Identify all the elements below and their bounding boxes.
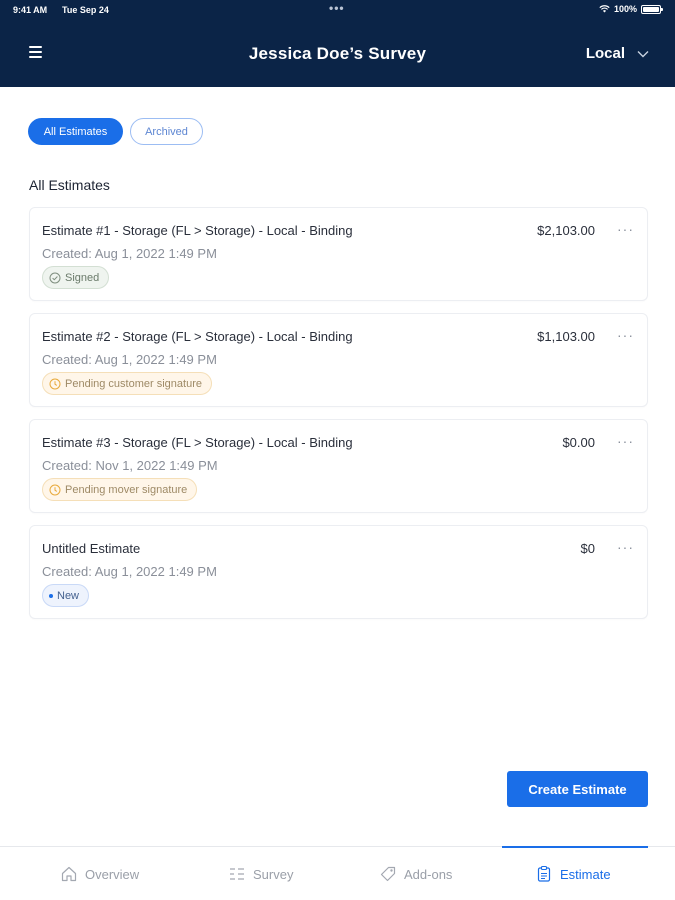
estimate-created: Created: Aug 1, 2022 1:49 PM <box>42 246 217 261</box>
tab-label: Add-ons <box>404 866 453 882</box>
tag-icon <box>380 866 396 882</box>
status-right: 100% <box>599 4 663 14</box>
estimate-title: Estimate #1 - Storage (FL > Storage) - L… <box>42 223 353 238</box>
home-icon <box>61 866 77 882</box>
tab-label: Overview <box>85 866 140 882</box>
estimate-title: Estimate #2 - Storage (FL > Storage) - L… <box>42 329 353 344</box>
more-options-icon[interactable]: ··· <box>617 433 634 449</box>
estimate-created: Created: Nov 1, 2022 1:49 PM <box>42 458 218 473</box>
estimate-card[interactable]: Untitled Estimate $0 ··· Created: Aug 1,… <box>29 525 648 619</box>
estimate-card[interactable]: Estimate #3 - Storage (FL > Storage) - L… <box>29 419 648 513</box>
status-date: Tue Sep 24 <box>62 5 109 15</box>
battery-percent: 100% <box>613 4 637 14</box>
clock-icon <box>49 484 61 495</box>
status-label: Pending customer signature <box>65 377 202 390</box>
mode-label: Local <box>585 45 625 62</box>
wifi-icon <box>599 5 610 13</box>
status-bar: 9:41 AM Tue Sep 24 ••• 100% <box>0 0 675 22</box>
estimate-title: Untitled Estimate <box>42 541 141 556</box>
chevron-down-icon <box>637 50 649 57</box>
status-badge: Pending customer signature <box>42 372 212 395</box>
page-title: Jessica Doe’s Survey <box>248 44 427 63</box>
status-label: New <box>57 589 80 602</box>
section-title: All Estimates <box>29 177 110 193</box>
estimate-amount: $0 <box>580 541 595 556</box>
estimate-created: Created: Aug 1, 2022 1:49 PM <box>42 564 217 579</box>
estimate-amount: $1,103.00 <box>537 329 595 344</box>
bottom-tab-bar: Overview Survey Add-ons Estimate <box>0 846 675 900</box>
app-header: 9:41 AM Tue Sep 24 ••• 100% Jessica Doe’… <box>0 0 675 87</box>
more-options-icon[interactable]: ··· <box>617 221 634 237</box>
estimate-list: Estimate #1 - Storage (FL > Storage) - L… <box>29 207 648 631</box>
tab-label: Estimate <box>560 866 611 882</box>
estimate-amount: $0.00 <box>562 435 595 450</box>
estimate-created: Created: Aug 1, 2022 1:49 PM <box>42 352 217 367</box>
status-badge: Pending mover signature <box>42 478 198 501</box>
estimate-amount: $2,103.00 <box>537 223 595 238</box>
clock-icon <box>49 378 61 389</box>
status-time: 9:41 AM <box>13 5 48 15</box>
estimate-card[interactable]: Estimate #1 - Storage (FL > Storage) - L… <box>29 207 648 301</box>
filter-archived[interactable]: Archived <box>130 118 203 145</box>
status-badge: New <box>42 584 90 607</box>
estimate-card[interactable]: Estimate #2 - Storage (FL > Storage) - L… <box>29 313 648 407</box>
tab-label: Survey <box>253 866 294 882</box>
tab-survey[interactable]: Survey <box>228 847 293 900</box>
battery-icon <box>641 4 663 14</box>
tab-add-ons[interactable]: Add-ons <box>379 847 452 900</box>
more-options-icon[interactable]: ··· <box>617 327 634 343</box>
check-circle-icon <box>49 272 61 283</box>
tab-estimate[interactable]: Estimate <box>535 847 611 900</box>
status-label: Pending mover signature <box>65 483 188 496</box>
status-badge: Signed <box>42 266 110 289</box>
more-options-icon[interactable]: ··· <box>617 539 634 555</box>
checklist-icon <box>230 868 244 880</box>
create-estimate-button[interactable]: Create Estimate <box>507 771 648 807</box>
dot-icon <box>49 593 53 598</box>
clipboard-icon <box>537 865 551 882</box>
tab-overview[interactable]: Overview <box>60 847 139 900</box>
mode-dropdown[interactable]: Local <box>586 45 649 62</box>
multitask-dots-icon[interactable]: ••• <box>329 1 345 15</box>
estimate-title: Estimate #3 - Storage (FL > Storage) - L… <box>42 435 353 450</box>
filter-pills: All Estimates Archived <box>28 118 203 145</box>
status-label: Signed <box>65 271 100 284</box>
filter-all-estimates[interactable]: All Estimates <box>28 118 123 145</box>
